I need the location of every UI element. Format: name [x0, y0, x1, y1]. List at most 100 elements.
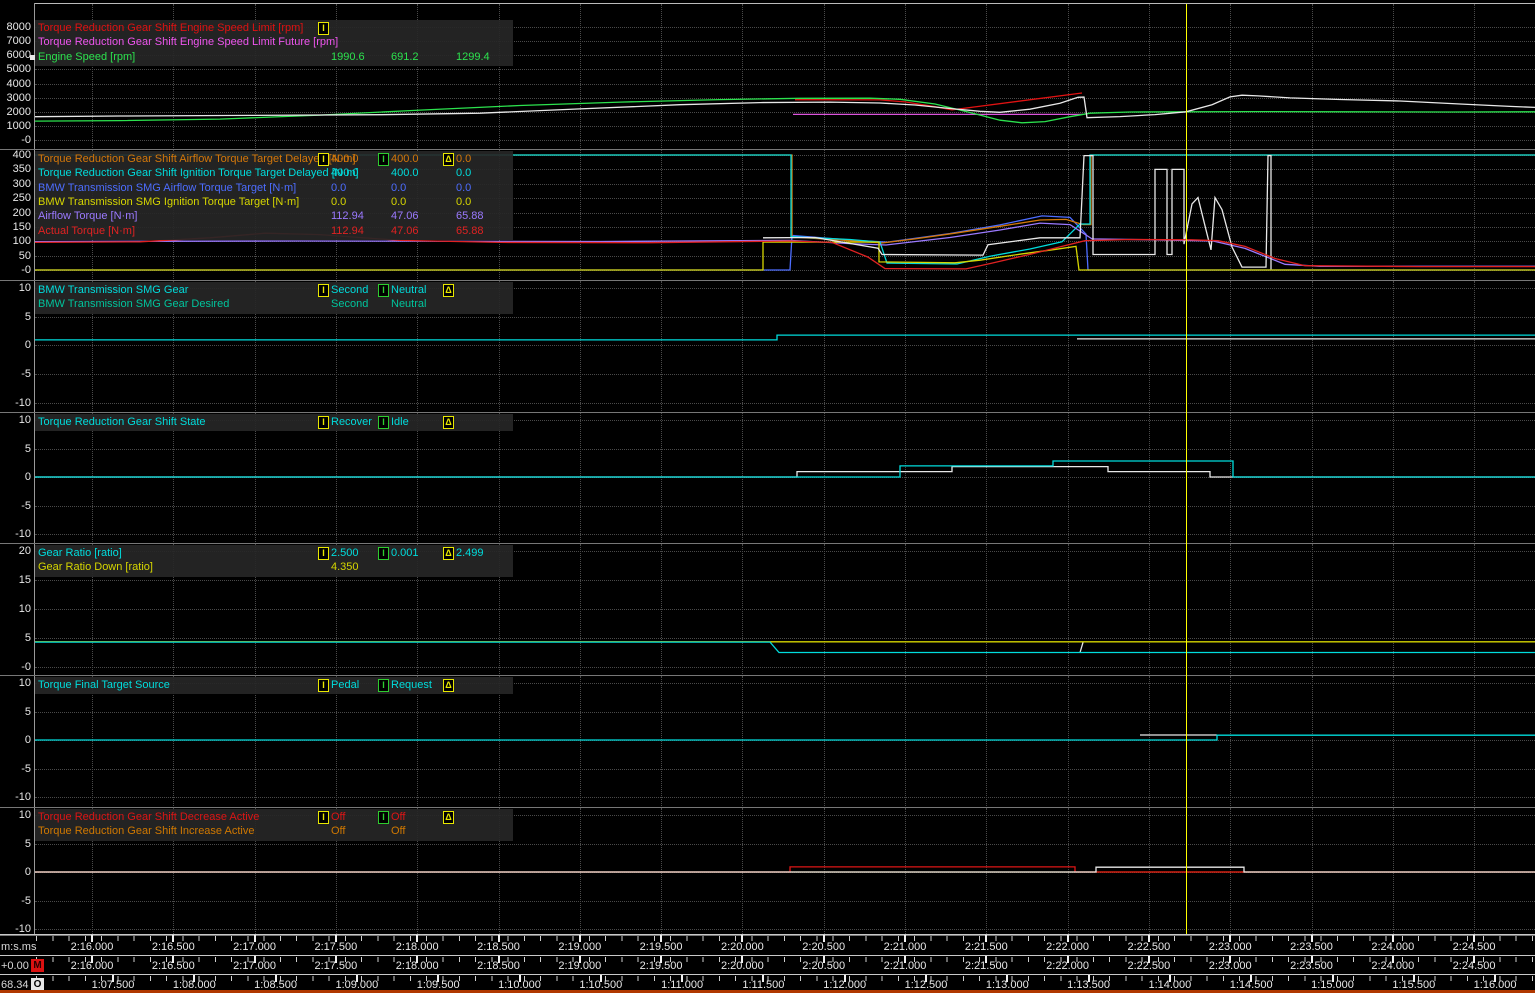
- cursor-value: Pedal: [331, 678, 359, 692]
- cursor-value: 400.0: [331, 152, 359, 166]
- target-source-trace: [35, 735, 1535, 740]
- time-tick-label: 2:20.000: [707, 941, 777, 953]
- time-tick-label: 2:21.000: [870, 960, 940, 972]
- time-row-left-label: +0.00: [1, 960, 29, 972]
- gear-ratio-trace: [35, 642, 1535, 652]
- torque-white-trace: [763, 156, 1271, 270]
- signal-label: Torque Reduction Gear Shift State: [38, 415, 206, 429]
- cursor-value: 65.88: [456, 209, 484, 223]
- legend-torque-final-target-source[interactable]: Torque Final Target SourceIIΔPedalReques…: [0, 678, 520, 692]
- panel-engine-speed[interactable]: 80007000600050004000300020001000-0Torque…: [0, 4, 1535, 148]
- active-white-trace: [35, 867, 1535, 872]
- time-tick-label: 2:18.500: [464, 960, 534, 972]
- time-tick-label: 2:21.000: [870, 941, 940, 953]
- gearshift-state-white-trace: [35, 467, 1535, 477]
- cursor-value: Second: [331, 297, 368, 311]
- time-cursor[interactable]: [1186, 4, 1187, 934]
- panel-gearshift-active-flags[interactable]: 1050-5-10Torque Reduction Gear Shift Dec…: [0, 808, 1535, 934]
- cursor-2-marker: I: [378, 547, 389, 560]
- time-tick-label: 2:19.000: [545, 941, 615, 953]
- time-tick-label: 2:22.000: [1033, 941, 1103, 953]
- legend-gearshift-decrease-active[interactable]: Torque Reduction Gear Shift Decrease Act…: [0, 810, 520, 824]
- signal-label: Engine Speed [rpm]: [38, 50, 135, 64]
- cursor-value: 0.0: [391, 195, 406, 209]
- panel-torque-targets[interactable]: 40035030025020015010050-0Torque Reductio…: [0, 150, 1535, 279]
- signal-label: Torque Reduction Gear Shift Increase Act…: [38, 824, 254, 838]
- logger-window: 80007000600050004000300020001000-0Torque…: [0, 0, 1535, 993]
- cursor-value: Off: [391, 810, 405, 824]
- legend-gearshift-state[interactable]: Torque Reduction Gear Shift StateIIΔReco…: [0, 415, 520, 429]
- legend-gear-ratio[interactable]: Gear Ratio [ratio]IIΔ2.5000.0012.499: [0, 546, 520, 560]
- legend-engine-speed[interactable]: Engine Speed [rpm]1990.6691.21299.4: [0, 50, 520, 64]
- time-tick-label: 2:17.000: [220, 941, 290, 953]
- legend-smg-gear[interactable]: BMW Transmission SMG GearIIΔSecondNeutra…: [0, 283, 520, 297]
- panel-smg-gear[interactable]: 1050-5-10BMW Transmission SMG GearIIΔSec…: [0, 281, 1535, 411]
- delta-marker: Δ: [443, 811, 454, 824]
- legend-smg-airflow-torque-target[interactable]: BMW Transmission SMG Airflow Torque Targ…: [0, 181, 520, 195]
- cursor-value: 112.94: [331, 209, 364, 223]
- cursor-value: 0.0: [456, 166, 471, 180]
- plot-area-gearshift-state[interactable]: [0, 413, 1535, 542]
- panel-torque-final-target-source[interactable]: 1050-5-10Torque Final Target SourceIIΔPe…: [0, 676, 1535, 806]
- cursor-2-marker: I: [378, 153, 389, 166]
- cursor-value: 2.499: [456, 546, 484, 560]
- legend-airflow-torque[interactable]: Airflow Torque [N·m]112.9447.0665.88: [0, 209, 520, 223]
- cursor-value: 0.0: [391, 181, 406, 195]
- cursor-1-marker: I: [318, 679, 329, 692]
- time-tick-label: 2:18.500: [464, 941, 534, 953]
- cursor-value: 4.350: [331, 560, 359, 574]
- legend-gearshift-airflow-torque-target-delayed[interactable]: Torque Reduction Gear Shift Airflow Torq…: [0, 152, 520, 166]
- legend-actual-torque[interactable]: Actual Torque [N·m]112.9447.0665.88: [0, 224, 520, 238]
- cursor-1-marker: I: [318, 284, 329, 297]
- decrease-active-trace: [35, 867, 1535, 872]
- time-axis-separator: [0, 934, 1535, 935]
- cursor-value: Request: [391, 678, 432, 692]
- cursor-value: Neutral: [391, 283, 426, 297]
- signal-label: Gear Ratio [ratio]: [38, 546, 122, 560]
- cursor-1-marker: I: [318, 811, 329, 824]
- time-tick-label: 2:18.000: [382, 960, 452, 972]
- plot-area-torque-final-target-source[interactable]: [0, 676, 1535, 806]
- cursor-value: 47.06: [391, 209, 419, 223]
- gearshift-state-trace: [35, 461, 1535, 477]
- cursor-2-marker: I: [378, 811, 389, 824]
- cursor-value: Off: [391, 824, 405, 838]
- time-tick-label: 2:21.500: [951, 941, 1021, 953]
- panel-gear-ratio[interactable]: 2015105-0Gear Ratio [ratio]IIΔ2.5000.001…: [0, 544, 1535, 674]
- cursor-1-marker: I: [318, 22, 329, 35]
- cursor-value: 691.2: [391, 50, 419, 64]
- legend-smg-gear-desired[interactable]: BMW Transmission SMG Gear Desired Second N…: [0, 297, 520, 311]
- time-tick-label: 2:17.500: [301, 960, 371, 972]
- delta-marker: Δ: [443, 679, 454, 692]
- signal-label: Gear Ratio Down [ratio]: [38, 560, 153, 574]
- time-tick-label: 2:19.500: [626, 960, 696, 972]
- cursor-2-marker: I: [378, 284, 389, 297]
- legend-gearshift-ignition-torque-target-delayed[interactable]: Torque Reduction Gear Shift Ignition Tor…: [0, 166, 520, 180]
- cursor-value: Off: [331, 824, 345, 838]
- signal-label: Torque Reduction Gear Shift Ignition Tor…: [38, 166, 359, 180]
- legend-gear-ratio-down[interactable]: Gear Ratio Down [ratio] 4.350: [0, 560, 520, 574]
- signal-selected-bullet: [30, 55, 35, 60]
- time-tick-label: 2:17.500: [301, 941, 371, 953]
- time-axis-separator: [0, 955, 1535, 956]
- time-tick-label: 2:20.500: [789, 960, 859, 972]
- cursor-value: 112.94: [331, 224, 364, 238]
- cursor-value: Neutral: [391, 297, 426, 311]
- signal-label: Torque Reduction Gear Shift Engine Speed…: [38, 35, 338, 49]
- legend-gearshift-engine-speed-limit-future[interactable]: Torque Reduction Gear Shift Engine Speed…: [0, 35, 520, 49]
- time-tick-label: 2:23.000: [1195, 960, 1265, 972]
- time-row-badge-m[interactable]: M: [31, 959, 44, 972]
- panel-gearshift-state[interactable]: 1050-5-10Torque Reduction Gear Shift Sta…: [0, 413, 1535, 542]
- legend-gearshift-increase-active[interactable]: Torque Reduction Gear Shift Increase Act…: [0, 824, 520, 838]
- signal-label: BMW Transmission SMG Gear Desired: [38, 297, 229, 311]
- signal-label: BMW Transmission SMG Airflow Torque Targ…: [38, 181, 296, 195]
- time-tick-label: 2:23.500: [1277, 941, 1347, 953]
- gear-ratio-spike-trace: [1080, 642, 1083, 652]
- legend-gearshift-engine-speed-limit[interactable]: Torque Reduction Gear Shift Engine Speed…: [0, 21, 520, 35]
- cursor-value: 400.0: [391, 166, 419, 180]
- time-tick-label: 2:18.000: [382, 941, 452, 953]
- time-tick-label: 2:16.000: [57, 960, 127, 972]
- time-tick-label: 2:22.000: [1033, 960, 1103, 972]
- legend-smg-ignition-torque-target[interactable]: BMW Transmission SMG Ignition Torque Tar…: [0, 195, 520, 209]
- time-tick-label: 2:16.500: [138, 941, 208, 953]
